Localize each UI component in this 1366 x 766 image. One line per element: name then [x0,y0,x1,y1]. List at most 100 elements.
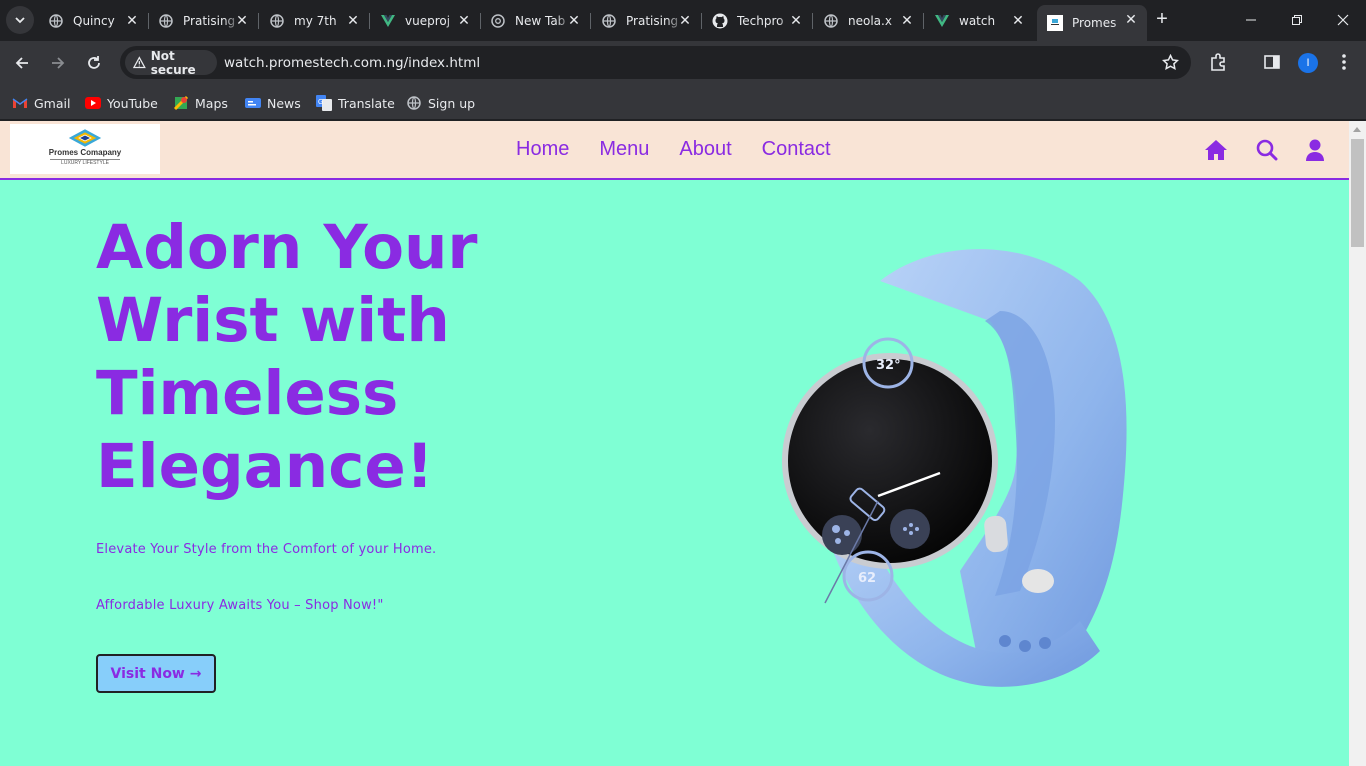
browser-tab[interactable]: my 7th ✕ [259,6,370,35]
visit-now-button[interactable]: Visit Now → [96,654,216,693]
warning-icon [133,56,146,69]
reload-icon [88,56,100,69]
bookmark-label: Sign up [428,95,476,111]
restore-button[interactable] [1274,0,1320,40]
bookmark-label: YouTube [107,95,158,111]
bookmarks-bar: Gmail YouTube Maps News G Translate Sign… [0,85,1366,120]
tab-title: Techpro [737,13,784,28]
browser-tab[interactable]: New Tab ✕ [480,6,591,35]
tab-title: neola.x [848,13,892,28]
close-icon[interactable]: ✕ [1010,12,1026,28]
bookmark-signup[interactable]: Sign up [406,92,475,114]
extensions-icon[interactable] [1209,53,1227,76]
search-icon[interactable] [1256,139,1280,163]
logo-name: Promes Comapany [48,148,122,157]
main-nav: Home Menu About Contact [516,138,861,161]
company-logo[interactable]: Promes Comapany LUXURY LIFESTYLE [10,124,160,174]
bookmark-label: Gmail [34,95,71,111]
nav-contact[interactable]: Contact [762,138,831,161]
maps-icon [173,95,189,111]
browser-tab-active[interactable]: Promes ✕ [1037,5,1147,41]
back-arrow-icon [15,57,28,69]
bookmark-translate[interactable]: G Translate [316,92,395,114]
bookmark-label: Maps [195,95,228,111]
tab-title: watch [959,13,996,28]
tab-title: vueproj [405,13,451,28]
more-menu-icon[interactable] [1336,53,1352,76]
security-chip[interactable]: Not secure [125,49,217,77]
nav-about[interactable]: About [679,138,731,161]
bookmark-star-icon[interactable] [1161,53,1180,76]
close-icon[interactable]: ✕ [566,12,582,28]
side-panel-icon[interactable] [1263,53,1281,76]
tab-search-button[interactable] [6,6,34,34]
close-icon[interactable]: ✕ [677,12,693,28]
close-icon[interactable]: ✕ [456,12,472,28]
site-header: Promes Comapany LUXURY LIFESTYLE Home Me… [0,121,1349,180]
back-button[interactable] [8,49,36,77]
restore-icon [1292,15,1302,25]
scroll-up-icon[interactable] [1353,127,1361,132]
logo-mark-icon [68,129,102,147]
globe-icon [48,13,64,29]
minimize-icon [1246,19,1256,21]
svg-text:G: G [318,99,323,106]
close-icon[interactable]: ✕ [788,12,804,28]
close-icon[interactable]: ✕ [234,12,250,28]
url-text[interactable]: watch.promestech.com.ng/index.html [224,55,480,71]
vue-icon [380,13,396,29]
translate-icon: G [316,95,332,111]
page-scrollbar[interactable] [1349,121,1366,766]
new-tab-button[interactable]: + [1150,8,1174,32]
news-icon [245,95,261,111]
tab-title: my 7th [294,13,337,28]
browser-toolbar: Not secure watch.promestech.com.ng/index… [0,41,1366,85]
close-icon[interactable]: ✕ [1123,11,1139,27]
profile-avatar[interactable]: I [1298,53,1318,73]
minimize-button[interactable] [1228,0,1274,40]
globe-icon [601,13,617,29]
nav-menu[interactable]: Menu [599,138,649,161]
close-icon[interactable]: ✕ [345,12,361,28]
browser-tab[interactable]: Quincy ✕ [38,6,149,35]
chrome-icon [490,13,506,29]
watch-temperature: 32° [876,358,901,373]
tab-title: Quincy [73,13,115,28]
globe-icon [158,13,174,29]
browser-tab[interactable]: neola.x ✕ [813,6,924,35]
globe-icon [269,13,285,29]
github-icon [712,13,728,29]
close-window-button[interactable] [1320,0,1366,40]
close-icon [1337,14,1349,26]
forward-button[interactable] [44,49,72,77]
home-icon[interactable] [1204,139,1228,163]
bookmark-youtube[interactable]: YouTube [85,92,158,114]
nav-home[interactable]: Home [516,138,569,161]
bookmark-news[interactable]: News [245,92,301,114]
address-bar[interactable]: Not secure watch.promestech.com.ng/index… [120,46,1191,79]
forward-arrow-icon [52,57,65,69]
browser-tab[interactable]: watch ✕ [924,6,1034,35]
globe-icon [406,95,422,111]
site-favicon [1047,15,1063,31]
hero-tagline: Affordable Luxury Awaits You – Shop Now!… [96,598,384,613]
page-viewport: Promes Comapany LUXURY LIFESTYLE Home Me… [0,121,1349,766]
hero-title: Adorn Your Wrist with Timeless Elegance! [96,212,478,502]
chevron-down-icon [15,17,25,24]
reload-button[interactable] [80,49,108,77]
vue-icon [934,13,950,29]
bookmark-maps[interactable]: Maps [173,92,228,114]
tab-title: Promes [1072,16,1117,30]
bookmark-gmail[interactable]: Gmail [12,92,70,114]
close-icon[interactable]: ✕ [124,12,140,28]
browser-tab[interactable]: Pratising ✕ [591,6,702,35]
browser-tab[interactable]: Pratising ✕ [148,6,259,35]
scrollbar-thumb[interactable] [1351,139,1364,247]
user-icon[interactable] [1305,139,1329,163]
tab-title: Pratising [626,13,679,28]
browser-tab[interactable]: Techpro ✕ [702,6,813,35]
close-icon[interactable]: ✕ [899,12,915,28]
browser-tab[interactable]: vueproj ✕ [370,6,481,35]
youtube-icon [85,95,101,111]
bookmark-label: News [267,95,301,111]
